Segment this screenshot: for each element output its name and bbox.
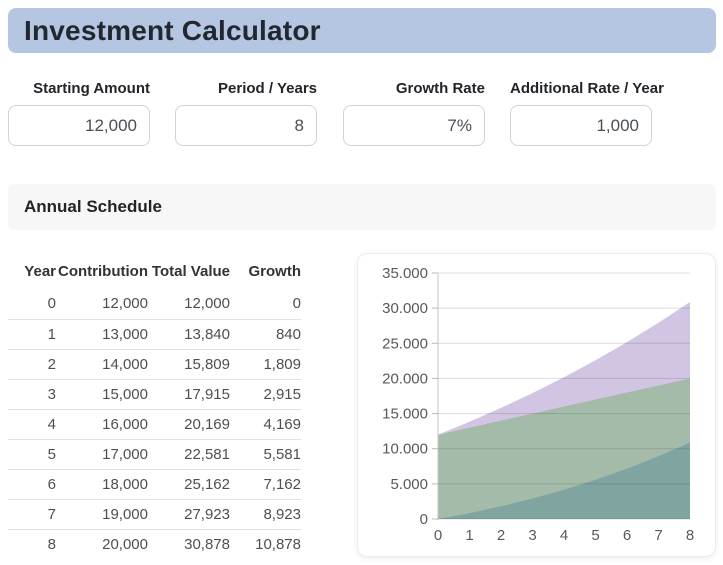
table-header-row: Year Contribution Total Value Growth (8, 253, 301, 289)
table-cell: 8,923 (263, 505, 301, 523)
annual-schedule-title: Annual Schedule (24, 197, 162, 216)
table-row: 8 20,000 30,878 10,878 (8, 529, 301, 559)
table-cell: 15,809 (184, 355, 230, 373)
table-cell: 17,000 (102, 445, 148, 463)
table-cell: 10,878 (255, 535, 301, 553)
svg-text:4: 4 (560, 527, 568, 544)
additional-rate-field: Additional Rate / Year (510, 80, 664, 146)
table-row: 0 12,000 12,000 0 (8, 289, 301, 319)
annual-schedule-chart: 0 5.000 10.000 15.000 20.000 25.000 30.000 35.0… (382, 265, 694, 544)
column-header-growth: Growth (248, 262, 302, 280)
table-cell: 8 (47, 535, 56, 553)
table-cell: 27,923 (184, 505, 230, 523)
table-cell: 4 (47, 415, 56, 433)
page-root: Investment Calculator Starting Amount Pe… (0, 0, 723, 565)
table-cell: 20,000 (102, 535, 148, 553)
table-cell: 12,000 (102, 295, 148, 313)
table-cell: 7 (47, 505, 56, 523)
table-cell: 20,169 (184, 415, 230, 433)
growth-rate-field: Growth Rate (343, 80, 485, 146)
additional-rate-label: Additional Rate / Year (510, 80, 664, 97)
table-cell: 840 (275, 325, 301, 343)
table-row: 7 19,000 27,923 8,923 (8, 499, 301, 529)
period-years-label: Period / Years (218, 80, 317, 97)
table-cell: 13,840 (184, 325, 230, 343)
growth-rate-label: Growth Rate (395, 80, 485, 97)
annual-schedule-header: Annual Schedule (8, 184, 716, 230)
table-cell: 1 (47, 325, 56, 343)
table-cell: 7,162 (263, 475, 301, 493)
period-years-input[interactable] (175, 105, 317, 146)
table-cell: 1,809 (263, 355, 301, 373)
table-cell: 0 (292, 295, 301, 313)
svg-text:35.000: 35.000 (382, 265, 428, 282)
starting-amount-field: Starting Amount (8, 80, 150, 146)
schedule-table: Year Contribution Total Value Growth 0 12… (8, 253, 301, 559)
table-cell: 0 (47, 295, 56, 313)
svg-text:0: 0 (420, 511, 428, 528)
table-cell: 22,581 (184, 445, 230, 463)
table-cell: 14,000 (102, 355, 148, 373)
schedule-table-body: 0 12,000 12,000 0 1 13,000 13,840 840 2 14,000 15,… (8, 289, 301, 559)
svg-text:30.000: 30.000 (382, 300, 428, 317)
table-cell: 16,000 (102, 415, 148, 433)
table-cell: 15,000 (102, 385, 148, 403)
table-cell: 18,000 (102, 475, 148, 493)
table-cell: 30,878 (184, 535, 230, 553)
table-cell: 19,000 (102, 505, 148, 523)
page-title: Investment Calculator (24, 14, 321, 46)
table-cell: 2,915 (263, 385, 301, 403)
svg-text:10.000: 10.000 (382, 441, 428, 458)
table-cell: 5 (47, 445, 56, 463)
svg-text:15.000: 15.000 (382, 406, 428, 423)
additional-rate-input[interactable] (510, 105, 652, 146)
table-cell: 5,581 (263, 445, 301, 463)
starting-amount-input[interactable] (8, 105, 150, 146)
table-cell: 4,169 (263, 415, 301, 433)
svg-text:0: 0 (434, 527, 442, 544)
growth-rate-input[interactable] (343, 105, 485, 146)
svg-text:20.000: 20.000 (382, 370, 428, 387)
period-years-field: Period / Years (175, 80, 317, 146)
svg-text:1: 1 (465, 527, 473, 544)
column-header-year: Year (24, 262, 56, 280)
svg-text:6: 6 (623, 527, 631, 544)
table-cell: 17,915 (184, 385, 230, 403)
table-row: 1 13,000 13,840 840 (8, 319, 301, 349)
svg-text:5.000: 5.000 (390, 476, 428, 493)
table-cell: 2 (47, 355, 56, 373)
table-row: 5 17,000 22,581 5,581 (8, 439, 301, 469)
table-cell: 12,000 (184, 295, 230, 313)
svg-text:7: 7 (654, 527, 662, 544)
svg-text:8: 8 (686, 527, 694, 544)
table-row: 6 18,000 25,162 7,162 (8, 469, 301, 499)
svg-text:25.000: 25.000 (382, 335, 428, 352)
starting-amount-label: Starting Amount (33, 80, 150, 97)
svg-text:2: 2 (497, 527, 505, 544)
column-header-total-value: Total Value (151, 262, 230, 280)
table-row: 4 16,000 20,169 4,169 (8, 409, 301, 439)
title-bar: Investment Calculator (8, 8, 716, 53)
table-cell: 25,162 (184, 475, 230, 493)
table-cell: 3 (47, 385, 56, 403)
table-row: 2 14,000 15,809 1,809 (8, 349, 301, 379)
column-header-contribution: Contribution (58, 262, 148, 280)
svg-text:3: 3 (528, 527, 536, 544)
table-cell: 6 (47, 475, 56, 493)
svg-text:5: 5 (591, 527, 599, 544)
table-row: 3 15,000 17,915 2,915 (8, 379, 301, 409)
table-cell: 13,000 (102, 325, 148, 343)
chart-card: 0 5.000 10.000 15.000 20.000 25.000 30.000 35.0… (357, 253, 716, 557)
